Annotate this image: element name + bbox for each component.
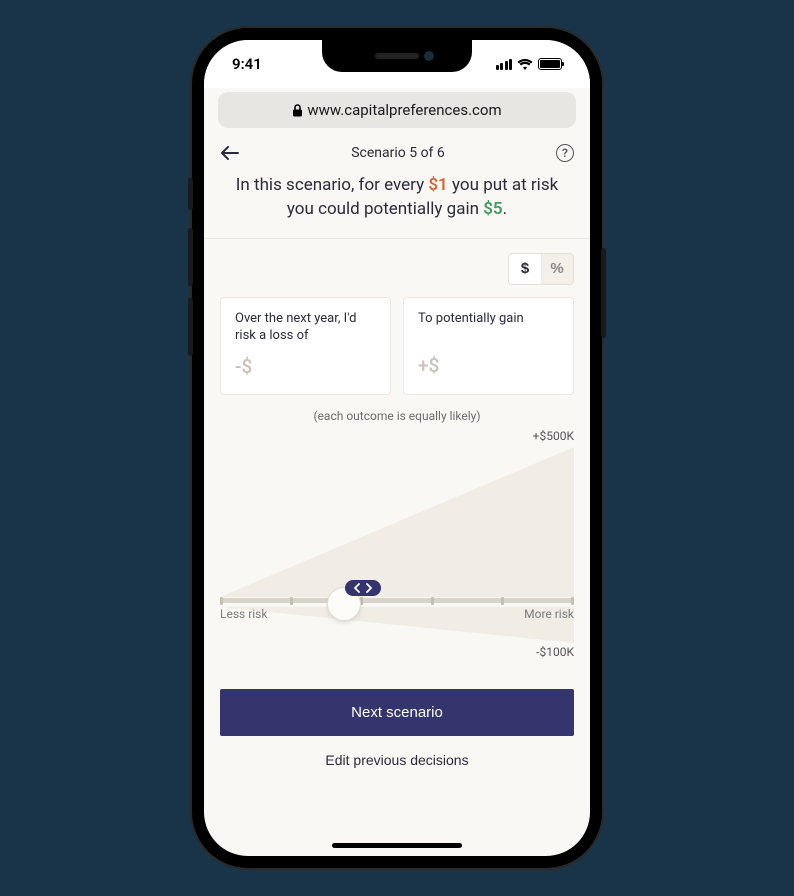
side-button	[601, 248, 606, 338]
help-icon[interactable]: ?	[556, 144, 574, 162]
side-button	[188, 228, 193, 286]
gain-card[interactable]: To potentially gain +$	[403, 297, 574, 395]
notch	[322, 40, 472, 72]
unit-toggle: $ %	[508, 253, 574, 285]
status-time: 9:41	[232, 55, 262, 73]
home-indicator[interactable]	[332, 843, 462, 848]
wifi-icon	[517, 58, 533, 70]
chevron-right-icon	[365, 583, 373, 593]
loss-card-label: Over the next year, I'd risk a loss of	[235, 310, 376, 345]
slider-badge	[345, 580, 381, 596]
status-indicators	[496, 58, 563, 70]
topbar: Scenario 5 of 6 ?	[220, 136, 574, 174]
screen: 9:41 www.capitalpreferences.com	[204, 40, 590, 856]
edit-decisions-button[interactable]: Edit previous decisions	[220, 736, 574, 784]
chevron-left-icon	[353, 583, 361, 593]
url-text: www.capitalpreferences.com	[307, 101, 501, 119]
gain-card-value: +$	[418, 354, 559, 377]
side-button	[188, 298, 193, 356]
loss-card-value: -$	[235, 355, 376, 378]
side-button	[188, 178, 193, 210]
headline: In this scenario, for every $1 you put a…	[220, 174, 574, 238]
lock-icon	[292, 104, 303, 117]
cellular-icon	[496, 59, 513, 70]
gain-card-label: To potentially gain	[418, 310, 559, 344]
next-scenario-button[interactable]: Next scenario	[220, 689, 574, 736]
phone-frame: 9:41 www.capitalpreferences.com	[192, 28, 602, 868]
gain-amount: $5	[483, 199, 502, 219]
loss-card[interactable]: Over the next year, I'd risk a loss of -…	[220, 297, 391, 395]
battery-icon	[538, 58, 562, 70]
slider-track[interactable]	[220, 597, 574, 605]
risk-amount: $1	[428, 175, 447, 195]
risk-chart: +$500K	[220, 429, 574, 659]
loss-max-label: -$100K	[536, 645, 574, 659]
likelihood-note: (each outcome is equally likely)	[220, 401, 574, 427]
toggle-percent[interactable]: %	[541, 254, 573, 284]
url-bar[interactable]: www.capitalpreferences.com	[218, 92, 576, 128]
scenario-label: Scenario 5 of 6	[351, 145, 445, 161]
gain-max-label: +$500K	[533, 429, 574, 443]
more-risk-label: More risk	[524, 607, 574, 621]
toggle-dollar[interactable]: $	[509, 254, 541, 284]
less-risk-label: Less risk	[220, 607, 267, 621]
back-icon[interactable]	[220, 145, 240, 161]
gain-area	[220, 447, 574, 597]
